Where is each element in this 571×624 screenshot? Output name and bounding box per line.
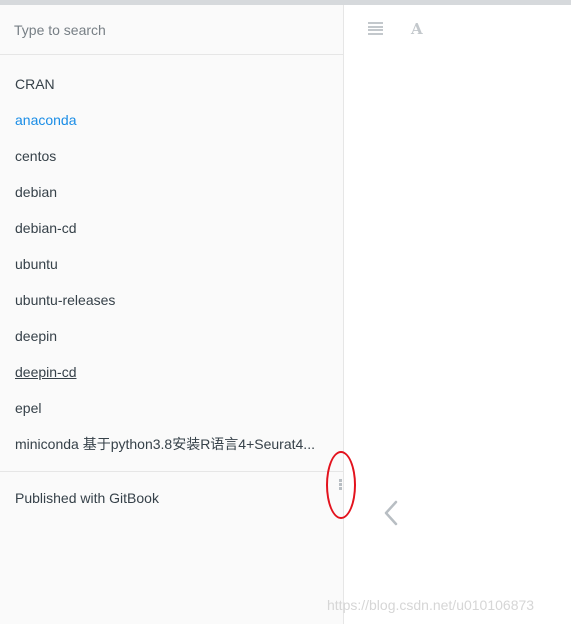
published-with-gitbook-link[interactable]: Published with GitBook bbox=[0, 480, 343, 516]
sidebar-item-label: epel bbox=[15, 400, 42, 416]
chevron-left-icon[interactable] bbox=[381, 500, 401, 531]
hamburger-icon[interactable] bbox=[368, 22, 383, 35]
sidebar-item-centos[interactable]: centos bbox=[0, 138, 343, 174]
sidebar-item-debian[interactable]: debian bbox=[0, 174, 343, 210]
sidebar-item-label: deepin-cd bbox=[15, 364, 77, 380]
sidebar-item-debian-cd[interactable]: debian-cd bbox=[0, 210, 343, 246]
search-input[interactable] bbox=[14, 21, 314, 38]
sidebar-item-ubuntu[interactable]: ubuntu bbox=[0, 246, 343, 282]
sidebar-item-label: debian bbox=[15, 184, 58, 200]
red-annotation-circle bbox=[326, 451, 356, 519]
sidebar-nav: CRAN anaconda centos debian debian-cd ub… bbox=[0, 55, 343, 462]
sidebar-divider bbox=[0, 471, 343, 472]
sidebar-item-anaconda[interactable]: anaconda bbox=[0, 102, 343, 138]
sidebar-item-deepin-cd[interactable]: deepin-cd bbox=[0, 354, 343, 390]
sidebar-item-label: ubuntu-releases bbox=[15, 292, 116, 308]
sidebar-item-label: ubuntu bbox=[15, 256, 58, 272]
sidebar-item-label: anaconda bbox=[15, 112, 77, 128]
font-settings-icon[interactable]: A bbox=[411, 21, 423, 37]
sidebar-item-label: centos bbox=[15, 148, 57, 164]
sidebar-item-label: CRAN bbox=[15, 76, 55, 92]
sidebar-item-cran[interactable]: CRAN bbox=[0, 66, 343, 102]
watermark-text: https://blog.csdn.net/u010106873 bbox=[327, 597, 535, 613]
sidebar-item-ubuntu-releases[interactable]: ubuntu-releases bbox=[0, 282, 343, 318]
sidebar-item-label: miniconda 基于python3.8安装R语言4+Seurat4... bbox=[15, 436, 315, 452]
sidebar-item-miniconda[interactable]: miniconda 基于python3.8安装R语言4+Seurat4... bbox=[0, 426, 343, 462]
sidebar-item-deepin[interactable]: deepin bbox=[0, 318, 343, 354]
sidebar: CRAN anaconda centos debian debian-cd ub… bbox=[0, 5, 344, 624]
sidebar-item-label: debian-cd bbox=[15, 220, 77, 236]
search-bar bbox=[0, 5, 343, 55]
sidebar-item-epel[interactable]: epel bbox=[0, 390, 343, 426]
sidebar-item-label: deepin bbox=[15, 328, 58, 344]
